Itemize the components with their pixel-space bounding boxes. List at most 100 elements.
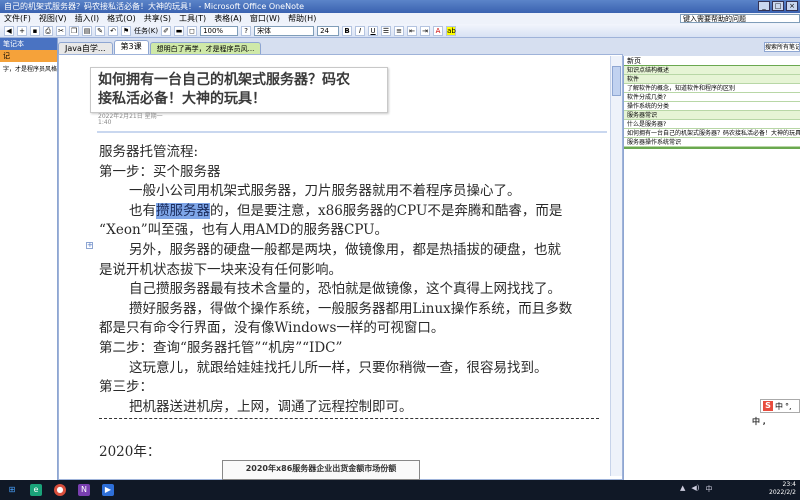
page-list-item[interactable]: 了解软件的概念，知道软件和程序的区别 xyxy=(624,84,800,93)
underline-icon[interactable]: U xyxy=(368,25,379,36)
edge-icon[interactable]: e xyxy=(30,484,42,496)
clock-time: 23:4 xyxy=(782,481,796,488)
help-icon[interactable]: ? xyxy=(241,25,252,36)
note-line: 一般小公司用机架式服务器，刀片服务器就用不着程序员操心了。 xyxy=(129,183,521,200)
section-tabs: Java自学... 第3课 想明白了再学，才是程序员风... xyxy=(58,40,760,54)
print-icon[interactable]: ⎙ xyxy=(43,25,53,36)
tab-java[interactable]: Java自学... xyxy=(58,42,113,54)
page-list-item[interactable]: 知识点结构概述 xyxy=(624,66,800,75)
list-divider xyxy=(624,147,800,149)
volume-icon[interactable]: ◀) xyxy=(691,484,699,494)
page-title-line-2: 接私活必备！大神的玩具！ xyxy=(98,91,266,107)
search-all-notebooks[interactable]: 搜索所有笔记本 xyxy=(764,42,800,52)
page-list-item[interactable]: 软件分成几类? xyxy=(624,93,800,102)
bullet-list-icon[interactable]: ☰ xyxy=(381,25,392,36)
window-title: 自己的机架式服务器？码农接私活必备！大神的玩具！ - Microsoft Off… xyxy=(4,2,305,11)
taskbar-clock[interactable]: 23:4 2022/2/2 xyxy=(769,481,796,497)
menu-view[interactable]: 视图(V) xyxy=(39,13,67,24)
menu-file[interactable]: 文件(F) xyxy=(4,13,31,24)
ime-mode-indicator[interactable]: 中 , xyxy=(752,416,766,427)
clock-date: 2022/2/2 xyxy=(769,489,796,496)
back-icon[interactable]: ◀ xyxy=(4,25,14,36)
highlighter-icon[interactable]: ▬ xyxy=(174,25,185,36)
note-line: 都是只有命令行界面，没有像Windows一样的可视窗口。 xyxy=(99,320,445,337)
menu-window[interactable]: 窗口(W) xyxy=(250,13,280,24)
page-title: 如何拥有一台自己的机架式服务器？码农 接私活必备！大神的玩具！ xyxy=(91,68,387,112)
menu-insert[interactable]: 插入(I) xyxy=(75,13,100,24)
page-title-box[interactable]: 如何拥有一台自己的机架式服务器？码农 接私活必备！大神的玩具！ xyxy=(90,67,388,113)
maximize-button[interactable]: □ xyxy=(772,1,784,11)
note-line: 第二步：查询“服务器托管”“机房”“IDC” xyxy=(99,339,343,356)
highlight-color-icon[interactable]: ab xyxy=(446,25,457,36)
close-button[interactable]: × xyxy=(786,1,798,11)
page-scrollbar[interactable] xyxy=(610,56,622,476)
section-item[interactable]: 记 xyxy=(0,50,57,62)
menu-bar: 文件(F) 视图(V) 插入(I) 格式(O) 共享(S) 工具(T) 表格(A… xyxy=(0,13,800,24)
menu-tools[interactable]: 工具(T) xyxy=(179,13,206,24)
windows-start-icon[interactable]: ⊞ xyxy=(6,484,18,496)
bold-icon[interactable]: B xyxy=(342,25,353,36)
save-icon[interactable]: ▪ xyxy=(30,25,40,36)
dashed-divider xyxy=(99,418,599,419)
page-list-item[interactable]: 服务器常识 xyxy=(624,111,800,120)
copy-icon[interactable]: ❐ xyxy=(69,25,79,36)
pen-icon[interactable]: ✐ xyxy=(161,25,172,36)
paste-icon[interactable]: ▤ xyxy=(82,25,92,36)
embedded-table-caption[interactable]: 2020年x86服务器企业出货金额市场份额 xyxy=(222,460,420,480)
menu-share[interactable]: 共享(S) xyxy=(144,13,171,24)
ime-tray-icon[interactable]: 中 xyxy=(706,484,713,494)
system-tray: ▲ ◀) 中 xyxy=(680,484,713,494)
task-button[interactable]: 任务(K) xyxy=(134,26,158,36)
page-list-item[interactable]: 操作系统的分类 xyxy=(624,102,800,111)
note-body[interactable]: 服务器托管流程: 第一步：买个服务器 一般小公司用机架式服务器，刀片服务器就用不… xyxy=(99,143,609,417)
sogou-logo-icon: S xyxy=(763,401,773,411)
media-icon[interactable]: ▶ xyxy=(102,484,114,496)
onenote-icon[interactable]: N xyxy=(78,484,90,496)
page-list-item-current[interactable]: 如何拥有一台自己的机架式服务器？码农接私活必备！大神的玩具 xyxy=(624,129,800,138)
note-line: 也有攒服务器的，但是要注意，x86服务器的CPU不是奔腾和酷睿，而是 xyxy=(99,202,609,222)
outdent-icon[interactable]: ⇤ xyxy=(407,25,418,36)
font-size-select[interactable]: 24 xyxy=(317,25,340,36)
tab-lesson-3[interactable]: 第3课 xyxy=(113,40,149,54)
note-line: “Xeon”叫至强，也有人用AMD的服务器CPU。 xyxy=(99,222,389,239)
page-list-item[interactable]: 软件 xyxy=(624,75,800,84)
expand-icon[interactable]: + xyxy=(86,242,93,249)
tab-programmer-style[interactable]: 想明白了再学，才是程序员风... xyxy=(149,42,262,54)
zoom-select[interactable]: 100% xyxy=(200,25,239,36)
chrome-icon[interactable]: ● xyxy=(54,484,66,496)
ime-mode[interactable]: 中 xyxy=(775,401,783,412)
page-list-item[interactable]: 服务器操作系统常识 xyxy=(624,138,800,147)
minimize-button[interactable]: _ xyxy=(758,1,770,11)
notebook-panel: 笔记本 记 字，才是程序员风格 xyxy=(0,38,58,480)
ime-punctuation[interactable]: °, xyxy=(785,402,792,411)
font-select[interactable]: 宋体 xyxy=(254,25,315,36)
font-color-icon[interactable]: A xyxy=(433,25,444,36)
notebook-header[interactable]: 笔记本 xyxy=(0,38,57,50)
ime-toolbar[interactable]: S 中 °, xyxy=(760,399,800,413)
menu-help[interactable]: 帮助(H) xyxy=(288,13,316,24)
new-page-button[interactable]: 新页 xyxy=(624,56,800,66)
undo-icon[interactable]: ↶ xyxy=(108,25,118,36)
indent-icon[interactable]: ⇥ xyxy=(420,25,431,36)
page-list-item[interactable]: 什么是服务器? xyxy=(624,120,800,129)
help-search-input[interactable]: 键入需要帮助的问题 xyxy=(680,14,800,23)
format-painter-icon[interactable]: ✎ xyxy=(95,25,105,36)
cut-icon[interactable]: ✂ xyxy=(56,25,66,36)
menu-format[interactable]: 格式(O) xyxy=(107,13,136,24)
flag-icon[interactable]: ⚑ xyxy=(121,25,131,36)
menu-table[interactable]: 表格(A) xyxy=(214,13,242,24)
italic-icon[interactable]: I xyxy=(355,25,366,36)
network-icon[interactable]: ▲ xyxy=(680,484,685,494)
note-line: 第一步：买个服务器 xyxy=(99,163,221,180)
outline-container-handle[interactable] xyxy=(97,131,607,137)
note-line: 这玩意儿，就跟给娃娃找托儿所一样，只要你稍微一查，很容易找到。 xyxy=(129,359,548,376)
number-list-icon[interactable]: ≡ xyxy=(394,25,405,36)
eraser-icon[interactable]: ◻ xyxy=(187,25,198,36)
note-line: 服务器托管流程: xyxy=(99,144,199,160)
year-heading: 2020年： xyxy=(99,444,161,460)
window-controls: _ □ × xyxy=(758,1,798,11)
new-icon[interactable]: + xyxy=(17,25,27,36)
page-time: 1:40 xyxy=(98,119,112,126)
scrollbar-thumb[interactable] xyxy=(612,66,621,96)
page-list-item[interactable]: 字，才是程序员风格 xyxy=(0,62,57,75)
